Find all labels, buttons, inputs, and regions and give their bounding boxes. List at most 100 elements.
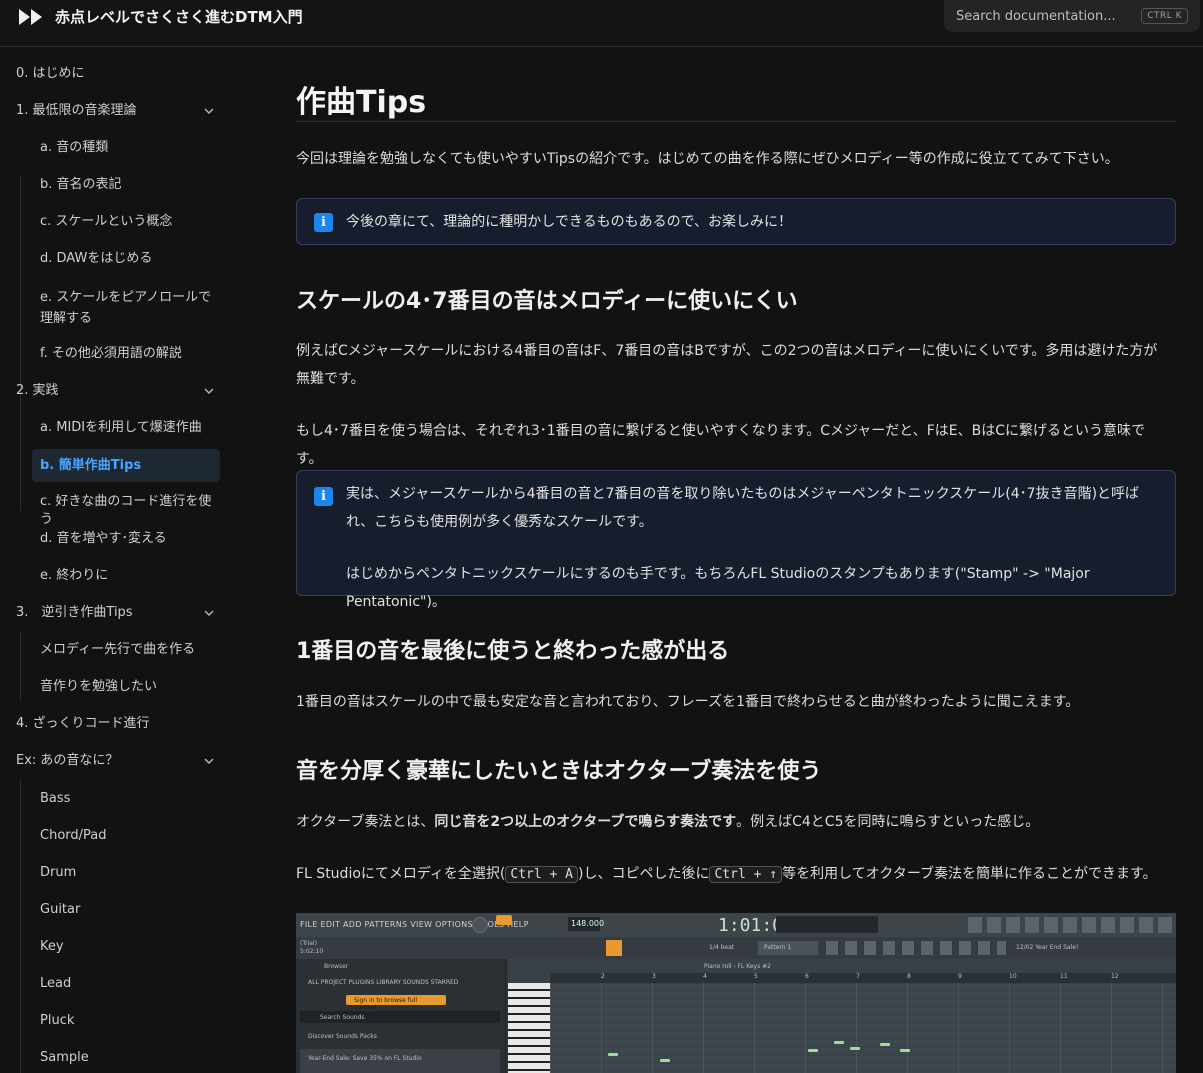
sidebar-item-label: Key (40, 939, 64, 954)
sidebar-item-chord-pad[interactable]: Chord/Pad (32, 827, 220, 845)
nav-guide-line (20, 779, 21, 1073)
chevron-down-icon[interactable] (204, 610, 214, 616)
sidebar-item-easy-tips[interactable]: b. 簡単作曲Tips (32, 449, 220, 482)
sidebar-item-sound-design[interactable]: 音作りを勉強したい (32, 678, 220, 696)
fl-note-grid (550, 983, 1176, 1073)
fl-menubar: FILE EDIT ADD PATTERNS VIEW OPTIONS TOOL… (296, 913, 1176, 937)
fl-browser-tabs: ALL PROJECT PLUGINS LIBRARY SOUNDS STARR… (308, 979, 459, 986)
intro-paragraph: 今回は理論を勉強しなくても使いやすいTipsの紹介です。はじめての曲を作る際にぜ… (296, 151, 1119, 167)
sidebar-item-label: a. 音の種類 (40, 140, 109, 155)
text-run: 。例えばC4とC5を同時に鳴らすといった感じ。 (736, 814, 1040, 830)
paragraph: FL Studioにてメロディを全選択(Ctrl + A)し、コピペした後に Ct… (296, 860, 1166, 889)
search-box[interactable]: Search documentation... CTRL K (944, 0, 1200, 32)
sidebar-item-label: Pluck (40, 1013, 75, 1028)
fl-browser-panel: Browser ALL PROJECT PLUGINS LIBRARY SOUN… (296, 959, 506, 1073)
nav-guide-line (20, 631, 21, 700)
top-header: 赤点レベルでさくさく進むDTM入門 Search documentation..… (0, 0, 1203, 47)
fl-tempo: 148.000 (568, 917, 604, 931)
info-icon: i (314, 487, 333, 506)
search-shortcut-badge: CTRL K (1141, 8, 1188, 24)
info-icon: i (314, 213, 333, 232)
fl-browser-label: Browser (324, 963, 349, 970)
fl-bar-number: 3 (652, 973, 656, 980)
chevron-down-icon[interactable] (204, 388, 214, 394)
sidebar-item-what-sound[interactable]: Ex: あの音なに？ (16, 752, 220, 770)
sidebar-item-label: Sample (40, 1050, 89, 1065)
sidebar-item-terms[interactable]: f. その他必須用語の解説 (32, 345, 220, 363)
fl-trial-label: (Trial) (300, 940, 317, 947)
nav-guide-line (20, 175, 21, 511)
paragraph: もし4･7番目を使う場合は、それぞれ3･1番目の音に繋げると使いやすくなります。… (296, 423, 1146, 467)
sidebar-item-label: d. 音を増やす･変える (40, 531, 167, 546)
sidebar-item-label: b. 簡単作曲Tips (40, 457, 142, 473)
sidebar-item-rough-chords[interactable]: 4. ざっくりコード進行 (16, 715, 220, 733)
search-input[interactable]: Search documentation... (956, 9, 1141, 24)
sidebar-item-bass[interactable]: Bass (32, 790, 220, 808)
text-run: オクターブ奏法とは、 (296, 814, 435, 830)
chevron-down-icon[interactable] (204, 108, 214, 114)
sidebar-item-label: Guitar (40, 902, 81, 917)
text-run: )し、コピペした後に (578, 866, 710, 882)
sidebar-item-pluck[interactable]: Pluck (32, 1012, 220, 1030)
fl-bar-number: 2 (601, 973, 605, 980)
fl-sign-in-button: Sign in to browse full content (346, 995, 446, 1011)
sidebar-item-label: 3. 逆引き作曲Tips (16, 605, 133, 620)
sidebar-item-drum[interactable]: Drum (32, 864, 220, 882)
fl-note (834, 1041, 844, 1044)
fl-note (808, 1049, 818, 1052)
fl-bar-number: 12 (1111, 973, 1119, 980)
sidebar-item-practice[interactable]: 2. 実践 (16, 382, 220, 400)
fl-bar-number: 8 (907, 973, 911, 980)
sidebar-item-melody-first[interactable]: メロディー先行で曲を作る (32, 641, 220, 659)
fl-studio-screenshot: FILE EDIT ADD PATTERNS VIEW OPTIONS TOOL… (296, 913, 1176, 1073)
sidebar-item-note-names[interactable]: b. 音名の表記 (32, 176, 220, 194)
text-run: 等を利用してオクターブ奏法を簡単に作ることができます。 (782, 866, 1157, 882)
fl-note (608, 1053, 618, 1056)
info-callout: i 今後の章にて、理論的に種明かしできるものもあるので、お楽しみに！ (296, 198, 1176, 245)
sidebar-item-guitar[interactable]: Guitar (32, 901, 220, 919)
sidebar-item-intro[interactable]: 0. はじめに (16, 65, 220, 83)
fl-hint-panel (776, 916, 878, 933)
sidebar-item-label: Bass (40, 791, 71, 806)
sidebar-item-reverse-tips[interactable]: 3. 逆引き作曲Tips (16, 604, 220, 622)
callout-text: 実は、メジャースケールから4番目の音と7番目の音を取り除いたものはメジャーペンタ… (346, 486, 1140, 530)
fl-bar-number: 10 (1009, 973, 1017, 980)
sidebar-item-sound-types[interactable]: a. 音の種類 (32, 139, 220, 157)
sidebar-item-add-change-sounds[interactable]: d. 音を増やす･変える (32, 530, 220, 548)
fl-piano-keys (508, 983, 550, 1073)
sidebar-item-key[interactable]: Key (32, 938, 220, 956)
paragraph: 例えばCメジャースケールにおける4番目の音はF、7番目の音はBですが、この2つの… (296, 343, 1158, 387)
fl-news-text: 12/02 Year End Sale! (1016, 944, 1079, 951)
fl-tool-icons (826, 941, 1006, 955)
sidebar-item-ending[interactable]: e. 終わりに (32, 567, 220, 585)
fl-sub-tabs: Discover Sounds Packs (308, 1033, 377, 1040)
fl-bar-number: 11 (1060, 973, 1068, 980)
sidebar-item-chord-progression[interactable]: c. 好きな曲のコード進行を使う (32, 493, 220, 529)
sidebar-item-start-daw[interactable]: d. DAWをはじめる (32, 250, 220, 268)
section-heading: スケールの4･7番目の音はメロディーに使いにくい (296, 289, 798, 314)
sidebar-item-label: c. スケールという概念 (40, 214, 173, 229)
sidebar-item-label: メロディー先行で曲を作る (40, 642, 196, 657)
fl-note (900, 1049, 910, 1052)
fl-knob-icon (472, 917, 488, 933)
paragraph: 1番目の音はスケールの中で最も安定な音と言われており、フレーズを1番目で終わらせ… (296, 694, 1080, 710)
chevron-down-icon[interactable] (204, 758, 214, 764)
site-title: 赤点レベルでさくさく進むDTM入門 (55, 8, 303, 26)
shortcut-code: Ctrl + A (505, 866, 578, 883)
sidebar-item-lead[interactable]: Lead (32, 975, 220, 993)
sidebar-item-scale-piano-roll[interactable]: e. スケールをピアノロールで理解する (32, 287, 212, 329)
sidebar-item-scale-concept[interactable]: c. スケールという概念 (32, 213, 220, 231)
sidebar-item-sample[interactable]: Sample (32, 1049, 220, 1067)
fl-bar-number: 9 (958, 973, 962, 980)
sidebar-item-midi[interactable]: a. MIDIを利用して爆速作曲 (32, 419, 220, 437)
sidebar-item-music-theory[interactable]: 1. 最低限の音楽理論 (16, 102, 220, 120)
shortcut-code: Ctrl + ↑ (709, 866, 783, 883)
article: 作曲Tips 今回は理論を勉強しなくても使いやすいTipsの紹介です。はじめての… (296, 47, 1176, 1073)
fl-note (660, 1059, 670, 1062)
site-logo[interactable]: 赤点レベルでさくさく進むDTM入門 (19, 6, 303, 27)
sidebar-nav: 0. はじめに 1. 最低限の音楽理論 a. 音の種類 b. 音名の表記 c. … (0, 47, 236, 1073)
sidebar-item-label: a. MIDIを利用して爆速作曲 (40, 420, 202, 435)
sidebar-item-label: 2. 実践 (16, 383, 59, 398)
fl-piano-roll: Piano roll - FL Keys #2 2 3 4 5 6 7 8 9 … (508, 959, 1176, 1073)
sidebar-item-label: 1. 最低限の音楽理論 (16, 103, 137, 118)
